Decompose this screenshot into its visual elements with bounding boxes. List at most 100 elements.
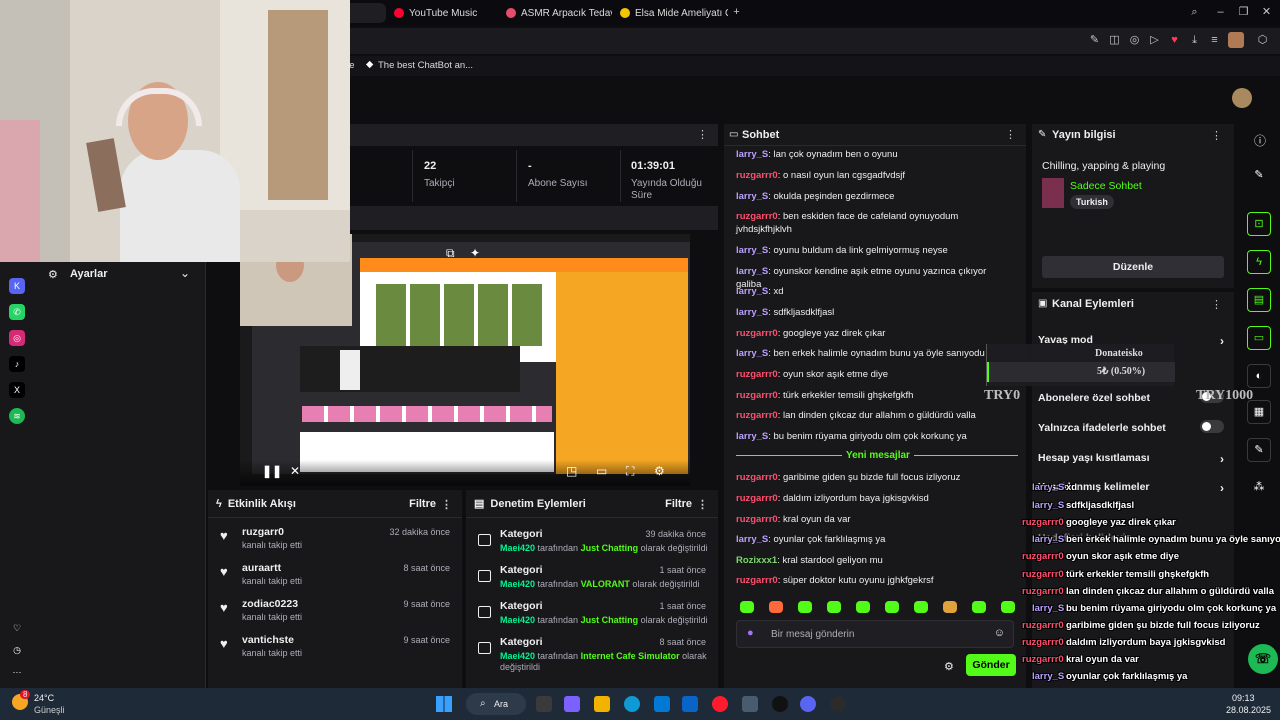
shield-icon[interactable]: ◎ <box>1128 34 1141 47</box>
browser-tab-asmr[interactable]: ASMR Arpacık Tedavisi - ( <box>498 3 612 23</box>
emote-only-toggle[interactable] <box>1200 420 1224 433</box>
popout-icon[interactable]: ◳ <box>566 464 577 478</box>
new-tab-icon[interactable]: + <box>730 6 743 19</box>
browser-tab-elsa[interactable]: Elsa Mide Ameliyatı Oyun <box>612 3 728 23</box>
category-link[interactable]: Sadece Sohbet <box>1070 180 1142 192</box>
emote-icon[interactable] <box>856 601 870 613</box>
whatsapp-icon[interactable]: ✆ <box>9 304 25 320</box>
edit-button[interactable]: Düzenle <box>1042 256 1224 278</box>
emote-only-row[interactable]: Yalnızca ifadelerle sohbet <box>1038 420 1224 434</box>
emoji-icon[interactable]: ☺ <box>994 627 1005 639</box>
toggle-icon[interactable]: ◐ <box>1247 364 1271 388</box>
moderation-item[interactable]: Kategori 1 saat önce Maei420 tarafından Ju… <box>466 598 718 634</box>
more-options-icon[interactable]: ⋮ <box>697 498 708 511</box>
clock-time[interactable]: 09:13 <box>1232 693 1255 703</box>
minimize-icon[interactable]: – <box>1214 6 1227 19</box>
chat-username[interactable]: ruzgarrr0 <box>736 328 778 339</box>
stream-preview[interactable]: ❚❚ ✕ ◳ ▭ ⛶ ⚙ ⧉ ✦ <box>240 234 690 486</box>
moderator-name[interactable]: Maei420 <box>500 579 535 589</box>
chat-username[interactable]: Rozixxx1 <box>736 555 777 566</box>
moderator-name[interactable]: Maei420 <box>500 615 535 625</box>
activity-item[interactable]: ♥ vantichste kanalı takip etti 9 saat önce <box>208 630 462 666</box>
category-name[interactable]: Internet Cafe Simulator <box>581 651 680 661</box>
app-icon[interactable]: K <box>9 278 25 294</box>
more-options-icon[interactable]: ⋮ <box>1211 298 1222 311</box>
chat-username[interactable]: larry_S <box>736 266 768 277</box>
copilot-icon[interactable] <box>564 696 580 712</box>
chat-settings-icon[interactable]: ⚙ <box>944 660 954 673</box>
user-avatar[interactable] <box>1232 88 1252 108</box>
windows-start-icon[interactable] <box>436 696 452 712</box>
heart-outline-icon[interactable]: ♡ <box>9 620 25 636</box>
chat-username[interactable]: ruzgarrr0 <box>736 170 778 181</box>
emote-icon[interactable] <box>740 601 754 613</box>
opera-icon[interactable] <box>712 696 728 712</box>
share-icon[interactable]: ⁂ <box>1247 476 1271 500</box>
emote-icon[interactable] <box>798 601 812 613</box>
moderation-filter-button[interactable]: Filtre <box>665 498 692 510</box>
theater-icon[interactable]: ▭ <box>596 464 607 478</box>
activity-filter-button[interactable]: Filtre <box>409 498 436 510</box>
mute-icon[interactable]: ✕ <box>290 464 300 478</box>
more-options-icon[interactable]: ⋮ <box>441 498 452 511</box>
activity-item[interactable]: ♥ ruzgarr0 kanalı takip etti 32 dakika önce <box>208 522 462 558</box>
emote-icon[interactable] <box>914 601 928 613</box>
more-options-icon[interactable]: ⋮ <box>1005 128 1016 141</box>
moderator-name[interactable]: Maei420 <box>500 543 535 553</box>
chat-username[interactable]: larry_S <box>736 431 768 442</box>
chat-username[interactable]: ruzgarrr0 <box>736 472 778 483</box>
chat-username[interactable]: ruzgarrr0 <box>736 369 778 380</box>
file-explorer-icon[interactable] <box>594 696 610 712</box>
pause-icon[interactable]: ❚❚ <box>262 464 282 478</box>
category-name[interactable]: Just Chatting <box>581 615 639 625</box>
chat-input[interactable]: ● Bir mesaj gönderin ☺ <box>736 620 1014 648</box>
chat-username[interactable]: ruzgarrr0 <box>736 211 778 222</box>
menu-icon[interactable]: ≡ <box>1208 34 1221 47</box>
emote-icon[interactable] <box>827 601 841 613</box>
more-options-icon[interactable]: ⋮ <box>697 128 708 141</box>
more-options-icon[interactable]: ⋮ <box>1211 129 1222 142</box>
chat-username[interactable]: ruzgarrr0 <box>736 390 778 401</box>
task-view-icon[interactable] <box>536 696 552 712</box>
document-icon[interactable]: ▤ <box>1247 288 1271 312</box>
send-button[interactable]: Gönder <box>966 654 1016 676</box>
bookmark-item[interactable]: The best ChatBot an... <box>378 60 473 71</box>
weather-temp[interactable]: 24°C <box>34 693 54 703</box>
edit-icon[interactable]: ✎ <box>1088 34 1101 47</box>
moderator-name[interactable]: Maei420 <box>500 651 535 661</box>
emote-icon[interactable] <box>885 601 899 613</box>
chat-username[interactable]: larry_S <box>736 286 768 297</box>
app-icon[interactable] <box>742 696 758 712</box>
settings-icon[interactable]: ⚙ <box>654 464 665 478</box>
screenshot-icon[interactable]: ◫ <box>1108 34 1121 47</box>
lightning-button-icon[interactable]: ϟ <box>1247 250 1271 274</box>
chat-username[interactable]: ruzgarrr0 <box>736 514 778 525</box>
moderation-item[interactable]: Kategori 8 saat önce Maei420 tarafından In… <box>466 634 718 672</box>
heart-icon[interactable]: ♥ <box>1168 34 1181 47</box>
taskbar-search[interactable]: ⌕ Ara <box>466 693 526 715</box>
history-icon[interactable]: ◷ <box>9 642 25 658</box>
chat-username[interactable]: larry_S <box>736 307 768 318</box>
popout-player-icon[interactable]: ⧉ <box>446 246 455 261</box>
chat-username[interactable]: larry_S <box>736 191 768 202</box>
mic-icon[interactable]: ● <box>747 627 754 639</box>
profile-avatar[interactable] <box>1228 32 1244 48</box>
app-icon[interactable] <box>830 696 846 712</box>
browser-tab-youtube-music[interactable]: YouTube Music <box>386 3 494 23</box>
account-age-row[interactable]: Hesap yaşı kısıtlaması › <box>1038 452 1224 466</box>
tag-badge[interactable]: Turkish <box>1070 195 1114 209</box>
activity-item[interactable]: ♥ zodiac0223 kanalı takip etti 9 saat önce <box>208 594 462 630</box>
store-icon[interactable] <box>654 696 670 712</box>
chat-username[interactable]: larry_S <box>736 534 768 545</box>
tiktok-icon[interactable]: ♪ <box>9 356 25 372</box>
category-name[interactable]: Just Chatting <box>581 543 639 553</box>
wrench-icon[interactable]: ✎ <box>1247 438 1271 462</box>
maximize-icon[interactable]: ❐ <box>1237 6 1250 19</box>
clip-icon[interactable]: ✦ <box>470 246 480 260</box>
moderation-item[interactable]: Kategori 1 saat önce Maei420 tarafından VA… <box>466 562 718 598</box>
fullscreen-icon[interactable]: ⛶ <box>626 464 634 479</box>
emote-icon[interactable] <box>972 601 986 613</box>
chat-username[interactable]: larry_S <box>736 348 768 359</box>
search-tabs-icon[interactable]: ⌕ <box>1188 6 1201 19</box>
x-icon[interactable]: X <box>9 382 25 398</box>
